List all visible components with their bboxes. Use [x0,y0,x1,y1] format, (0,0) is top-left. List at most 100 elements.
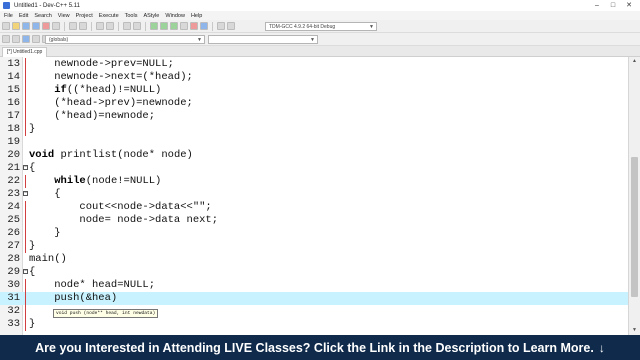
fold-guide [25,71,26,84]
collapse-icon[interactable]: − [23,191,28,196]
compiler-select[interactable]: TDM-GCC 4.9.2 64-bit Debug ▼ [265,22,377,31]
toolbar-divider [145,21,146,31]
code-text: } [29,227,61,239]
line-number: 19 [7,136,20,148]
indent-icon[interactable] [123,22,131,30]
compile-run-icon[interactable] [170,22,178,30]
undo-icon[interactable] [69,22,77,30]
code-line[interactable]: 33} [0,318,628,331]
scroll-down-icon[interactable]: ▼ [629,326,640,335]
code-text: newnode->prev=NULL; [29,58,174,70]
run-icon[interactable] [160,22,168,30]
code-line[interactable]: 18} [0,123,628,136]
code-line[interactable]: 20 void printlist(node* node) [0,149,628,162]
menu-search[interactable]: Search [34,13,51,19]
code-line[interactable]: 16 (*head->prev)=newnode; [0,97,628,110]
menu-file[interactable]: File [4,13,13,19]
fold-guide [25,58,26,71]
code-line[interactable]: 19 [0,136,628,149]
line-number: 30 [7,279,20,291]
unindent-icon[interactable] [133,22,141,30]
code-text: while(node!=NULL) [54,175,162,187]
print-icon[interactable] [52,22,60,30]
replace-icon[interactable] [106,22,114,30]
arrow-down-icon: ↓ [598,340,605,355]
vertical-scrollbar[interactable]: ▲ ▼ [628,57,640,335]
stop-icon[interactable] [190,22,198,30]
menu-astyle[interactable]: AStyle [143,13,159,19]
save-icon[interactable] [22,22,30,30]
maximize-icon[interactable]: □ [606,0,620,11]
menu-view[interactable]: View [58,13,70,19]
minimize-icon[interactable]: – [590,0,604,11]
scroll-up-icon[interactable]: ▲ [629,57,640,66]
line-number: 33 [7,318,20,330]
profile-icon[interactable] [227,22,235,30]
fold-guide [25,240,26,253]
menu-execute[interactable]: Execute [99,13,119,19]
menu-project[interactable]: Project [76,13,93,19]
class-icon[interactable] [22,35,30,43]
code-line[interactable]: 27} [0,240,628,253]
open-file-icon[interactable] [12,22,20,30]
globals-select[interactable]: (globals) ▼ [45,35,205,44]
fold-guide [25,279,26,292]
new-project-icon[interactable] [2,35,10,43]
code-line[interactable]: 17 (*head)=newnode; [0,110,628,123]
toolbar-divider [64,21,65,31]
collapse-icon[interactable]: − [23,269,28,274]
promo-banner[interactable]: Are you Interested in Attending LIVE Cla… [0,335,640,360]
code-line[interactable]: 31 push(&hea) [0,292,628,305]
new-file-icon[interactable] [2,22,10,30]
menu-window[interactable]: Window [165,13,185,19]
redo-icon[interactable] [79,22,87,30]
rebuild-icon[interactable] [180,22,188,30]
save-all-icon[interactable] [32,22,40,30]
code-line[interactable]: 29−{ [0,266,628,279]
debug-icon[interactable] [200,22,208,30]
menu-tools[interactable]: Tools [125,13,138,19]
tab-untitled1[interactable]: [*] Untitled1.cpp [2,47,48,57]
code-line[interactable]: 21−{ [0,162,628,175]
code-line[interactable]: 30 node* head=NULL; [0,279,628,292]
window-title: Untitled1 - Dev-C++ 5.11 [14,2,80,9]
find-icon[interactable] [96,22,104,30]
code-line[interactable]: 23− { [0,188,628,201]
code-text: { [29,188,61,200]
code-line[interactable]: 25 node= node->data next; [0,214,628,227]
code-line[interactable]: 26 } [0,227,628,240]
compile-icon[interactable] [150,22,158,30]
code-line[interactable]: 28 main() [0,253,628,266]
menu-help[interactable]: Help [191,13,202,19]
code-line[interactable]: 14 newnode->next=(*head); [0,71,628,84]
code-line[interactable]: 15 if((*head)!=NULL) [0,84,628,97]
chart-icon[interactable] [217,22,225,30]
code-text: } [29,123,36,135]
code-text: if((*head)!=NULL) [54,84,162,96]
code-line[interactable]: 24 cout<<node->data<<""; [0,201,628,214]
code-line[interactable]: 13 newnode->prev=NULL; [0,58,628,71]
code-text: node* head=NULL; [29,279,156,291]
line-number: 22 [7,175,20,187]
menu-edit[interactable]: Edit [19,13,28,19]
code-editor[interactable]: 13 newnode->prev=NULL; 14 newnode->next=(… [0,57,628,335]
scrollbar-thumb[interactable] [631,157,638,297]
tab-strip: [*] Untitled1.cpp [0,46,640,57]
code-text: void printlist(node* node) [29,149,193,161]
line-number: 29 [7,266,20,278]
close-icon[interactable]: ✕ [622,0,636,11]
line-number: 27 [7,240,20,252]
code-text: (*head->prev)=newnode; [29,97,193,109]
members-select[interactable]: ▼ [208,35,318,44]
bookmark-icon[interactable] [32,35,40,43]
collapse-icon[interactable]: − [23,165,28,170]
open-project-icon[interactable] [12,35,20,43]
fold-guide [25,227,26,240]
code-text: } [29,240,36,252]
app-icon [3,2,10,9]
fold-guide [25,175,26,188]
chevron-down-icon: ▼ [369,24,374,30]
code-line[interactable]: 22 while(node!=NULL) [0,175,628,188]
code-text: newnode->next=(*head); [29,71,193,83]
close-file-icon[interactable] [42,22,50,30]
